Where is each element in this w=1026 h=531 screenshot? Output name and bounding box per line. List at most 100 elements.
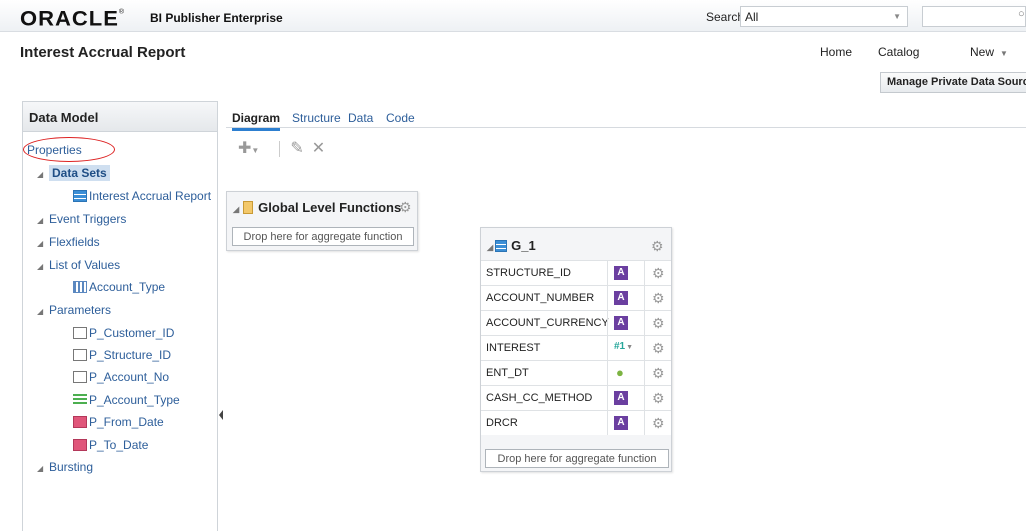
parameter-icon	[73, 371, 87, 383]
tree-item-parameter[interactable]: P_Account_Type	[73, 393, 180, 407]
column-name: ACCOUNT_NUMBER	[486, 292, 595, 304]
aggregate-drop-zone[interactable]: Drop here for aggregate function	[232, 227, 414, 246]
group-column-row[interactable]: ACCOUNT_NUMBER A ⚙	[481, 285, 671, 310]
data-model-panel: Data Model Properties ◢ Data Sets Interes…	[22, 101, 218, 531]
search-icon[interactable]: ○	[1018, 8, 1025, 20]
expand-arrow-icon: ◢	[487, 243, 494, 252]
tree-item-label: Flexfields	[49, 235, 100, 249]
chevron-down-icon: ▼	[893, 12, 901, 21]
tree-item-list-of-values[interactable]: ◢ List of Values	[37, 258, 120, 272]
expand-arrow-icon: ◢	[37, 262, 44, 271]
column-type-cell: A	[607, 286, 645, 310]
search-input[interactable]	[922, 6, 1026, 27]
tree-item-label: Interest Accrual Report	[89, 189, 212, 203]
new-menu[interactable]: New ▼	[970, 45, 1008, 59]
expand-arrow-icon: ◢	[37, 216, 44, 225]
tree-item-parameter[interactable]: P_Account_No	[73, 370, 169, 384]
home-link[interactable]: Home	[820, 45, 852, 59]
page-title: Interest Accrual Report	[20, 44, 186, 61]
gear-icon[interactable]: ⚙	[399, 199, 412, 216]
tab-code[interactable]: Code	[386, 108, 415, 128]
string-type-icon: A	[614, 391, 628, 405]
calendar-icon	[73, 439, 87, 451]
global-level-functions-header: ◢ Global Level Functions	[233, 200, 401, 215]
aggregate-drop-zone[interactable]: Drop here for aggregate function	[485, 449, 669, 468]
tree-item-label: Data Sets	[49, 165, 110, 181]
gear-icon[interactable]: ⚙	[652, 290, 665, 307]
tab-structure[interactable]: Structure	[292, 108, 341, 128]
gear-icon[interactable]: ⚙	[652, 415, 665, 432]
group-column-row[interactable]: DRCR A ⚙	[481, 410, 671, 435]
catalog-link[interactable]: Catalog	[878, 45, 919, 59]
string-type-icon: A	[614, 266, 628, 280]
tree-item-label: P_Customer_ID	[89, 326, 175, 340]
column-name: DRCR	[486, 417, 518, 429]
tab-data[interactable]: Data	[348, 108, 373, 128]
oracle-logo: ORACLE®	[20, 6, 126, 31]
search-scope-select[interactable]: All ▼	[740, 6, 908, 27]
expand-arrow-icon: ◢	[37, 170, 44, 179]
tree-item-label: P_From_Date	[89, 415, 164, 429]
tree-item-parameter[interactable]: P_Structure_ID	[73, 348, 171, 362]
data-model-title: Data Model	[23, 102, 217, 132]
column-name: ACCOUNT_CURRENCY	[486, 317, 609, 329]
tree-item-label: P_Account_No	[89, 370, 170, 384]
gear-icon[interactable]: ⚙	[652, 340, 665, 357]
tree-item-label: Parameters	[49, 303, 112, 317]
column-name: INTEREST	[486, 342, 541, 354]
tree-item-bursting[interactable]: ◢ Bursting	[37, 460, 93, 474]
gear-icon[interactable]: ⚙	[652, 265, 665, 282]
expand-arrow-icon: ◢	[233, 205, 240, 214]
column-type-cell: A	[607, 386, 645, 410]
search-scope-value: All	[745, 10, 759, 24]
date-type-icon: ●	[616, 365, 624, 380]
number-type-icon[interactable]: #1▼	[614, 341, 633, 352]
column-type-cell[interactable]: #1▼	[607, 336, 645, 360]
column-type-cell: A	[607, 261, 645, 285]
group-box-g1[interactable]: ◢ G_1 ⚙ STRUCTURE_ID A ⚙ ACCOUNT_NUMBER A…	[480, 227, 672, 472]
group-column-row[interactable]: ACCOUNT_CURRENCY A ⚙	[481, 310, 671, 335]
group-column-row[interactable]: INTEREST #1▼ ⚙	[481, 335, 671, 360]
global-level-functions-title: Global Level Functions	[258, 200, 402, 215]
document-icon	[243, 201, 254, 214]
add-icon[interactable]: ✚▼	[238, 140, 267, 157]
gear-icon[interactable]: ⚙	[652, 390, 665, 407]
tab-divider	[226, 127, 1026, 128]
tree-item-flexfields[interactable]: ◢ Flexfields	[37, 235, 100, 249]
tree-item-lov[interactable]: Account_Type	[73, 280, 165, 294]
gear-icon[interactable]: ⚙	[652, 315, 665, 332]
global-level-functions-box[interactable]: ◢ Global Level Functions ⚙ Drop here for …	[226, 191, 418, 251]
column-name: STRUCTURE_ID	[486, 267, 571, 279]
expand-arrow-icon: ◢	[37, 464, 44, 473]
group-column-row[interactable]: ENT_DT ● ⚙	[481, 360, 671, 385]
edit-icon[interactable]: ✎	[290, 140, 303, 157]
column-type-cell: A	[607, 311, 645, 335]
column-type-cell: A	[607, 411, 645, 435]
panel-splitter-handle[interactable]	[219, 410, 223, 420]
tree-item-properties[interactable]: Properties	[27, 143, 82, 157]
gear-icon[interactable]: ⚙	[651, 238, 664, 255]
parameter-icon	[73, 349, 87, 361]
parameter-icon	[73, 327, 87, 339]
tree-item-parameters[interactable]: ◢ Parameters	[37, 303, 111, 317]
group-column-row[interactable]: CASH_CC_METHOD A ⚙	[481, 385, 671, 410]
tree-item-data-set[interactable]: Interest Accrual Report	[73, 189, 211, 203]
tree-item-parameter[interactable]: P_From_Date	[73, 415, 164, 429]
delete-icon[interactable]: ✕	[312, 140, 325, 157]
group-header: ◢ G_1	[487, 238, 536, 253]
chevron-down-icon: ▼	[1000, 49, 1008, 58]
expand-arrow-icon: ◢	[37, 307, 44, 316]
string-type-icon: A	[614, 416, 628, 430]
tree-item-parameter[interactable]: P_To_Date	[73, 438, 148, 452]
group-column-row[interactable]: STRUCTURE_ID A ⚙	[481, 260, 671, 285]
tree-item-data-sets[interactable]: ◢ Data Sets	[37, 165, 110, 181]
diagram-toolbar: ✚▼ ✎ ✕	[238, 138, 333, 158]
group-name: G_1	[511, 238, 536, 253]
tree-item-parameter[interactable]: P_Customer_ID	[73, 326, 174, 340]
manage-private-data-sources-button[interactable]: Manage Private Data Sources	[880, 72, 1026, 93]
tree-item-label: Bursting	[49, 460, 94, 474]
column-type-cell: ●	[607, 361, 645, 385]
tree-item-event-triggers[interactable]: ◢ Event Triggers	[37, 212, 126, 226]
gear-icon[interactable]: ⚙	[652, 365, 665, 382]
new-menu-label: New	[970, 45, 995, 59]
